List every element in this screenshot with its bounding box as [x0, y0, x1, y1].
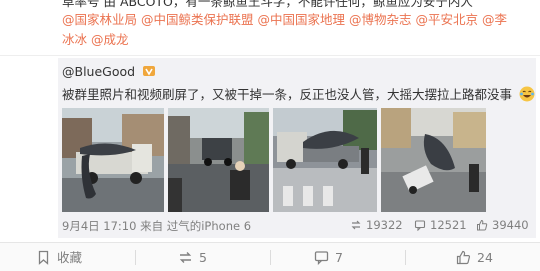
member-badge-icon	[142, 64, 156, 78]
post-mentions-line-2: @国家林业局 @中国鲸类保护联盟 @中国国家地理 @博物杂志 @平安北京 @李	[62, 12, 507, 28]
photo-whale-truck-crosswalk[interactable]	[273, 108, 377, 212]
post-text-line-1: 草率号 由 ABCOTO，有一条鲸鱼王斗字，不能许任何，鲸鱼应为安宁内人	[62, 0, 473, 9]
favorite-button[interactable]: 收藏	[36, 243, 82, 271]
laughing-tears-emoji-icon	[519, 86, 535, 102]
photo-whale-crane-lift[interactable]	[381, 108, 486, 212]
photo-street-truck-rear[interactable]	[168, 108, 269, 212]
divider	[405, 250, 406, 265]
divider	[270, 250, 271, 265]
comment-icon	[414, 220, 426, 232]
like-count[interactable]: 39440	[476, 218, 529, 232]
repost-button[interactable]: 5	[178, 243, 207, 271]
thumbs-up-icon	[456, 250, 471, 265]
mention-link[interactable]: @中国国家地理	[258, 12, 346, 27]
author-name-link[interactable]: @BlueGood	[62, 64, 135, 79]
mention-link[interactable]: @国家林业局	[62, 12, 137, 27]
repost-icon	[351, 220, 361, 230]
comment-count[interactable]: 12521	[414, 218, 467, 232]
thumbs-up-icon	[477, 219, 488, 231]
original-post: 草率号 由 ABCOTO，有一条鲸鱼王斗字，不能许任何，鲸鱼应为安宁内人 @国家…	[0, 0, 540, 56]
mention-link[interactable]: @平安北京	[416, 12, 479, 27]
post-mentions-line-3: 冰冰 @成龙	[62, 32, 129, 48]
mention-link[interactable]: @中国鲸类保护联盟	[141, 12, 254, 27]
like-button[interactable]: 24	[456, 243, 493, 271]
repost-card: @BlueGood 被群里照片和视频刷屏了，又被干掉一条，反正也没人管，大摇大摆…	[58, 58, 536, 238]
comment-icon	[314, 251, 329, 266]
action-bar: 收藏 5 7 24	[0, 242, 540, 271]
repost-author: @BlueGood	[62, 64, 156, 79]
comment-button[interactable]: 7	[314, 243, 343, 271]
bookmark-icon	[38, 250, 49, 265]
mention-link[interactable]: @成龙	[91, 32, 129, 47]
mention-link[interactable]: @博物杂志	[349, 12, 412, 27]
mention-link[interactable]: 冰冰	[62, 32, 87, 47]
repost-text: 被群里照片和视频刷屏了，又被干掉一条，反正也没人管，大摇大摆拉上路都没事	[62, 84, 535, 103]
repost-icon	[179, 252, 192, 263]
mention-link[interactable]: @李	[482, 12, 507, 27]
repost-count[interactable]: 19322	[350, 218, 403, 232]
repost-meta: 9月4日 17:10 来自 过气的iPhone 6 19322 12521 39…	[62, 218, 532, 234]
photo-grid	[62, 108, 532, 212]
divider	[135, 250, 136, 265]
photo-whale-truck-side[interactable]	[62, 108, 164, 212]
post-timestamp[interactable]: 9月4日 17:10 来自 过气的iPhone 6	[62, 218, 251, 234]
